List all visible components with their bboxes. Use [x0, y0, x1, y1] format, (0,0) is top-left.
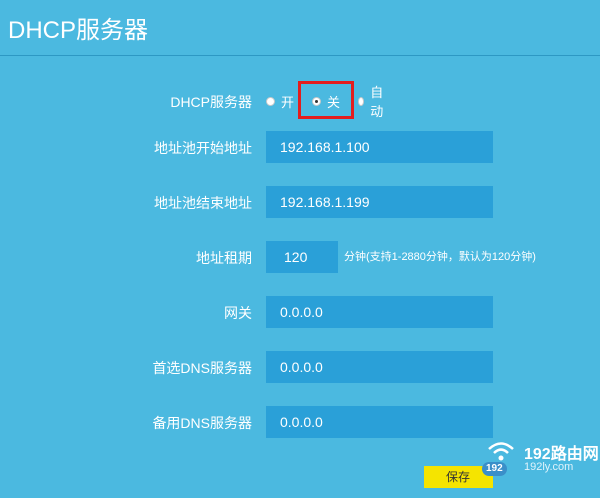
lease-label: 地址租期 [196, 250, 252, 266]
highlight-box [298, 81, 354, 119]
gateway-input[interactable]: 0.0.0.0 [266, 296, 493, 328]
gateway-label: 网关 [224, 305, 252, 321]
dhcp-radio-on-label: 开 [281, 94, 295, 110]
title-divider [0, 55, 600, 56]
watermark-sub: 192ly.com [524, 461, 574, 473]
dhcp-radio-on[interactable]: 开 [266, 92, 294, 110]
lease-input[interactable]: 120 [266, 241, 338, 273]
dhcp-server-label: DHCP服务器 [170, 94, 252, 110]
radio-dot-auto[interactable] [358, 96, 365, 106]
dns-secondary-label: 备用DNS服务器 [152, 415, 252, 431]
pool-end-input[interactable]: 192.168.1.199 [266, 186, 493, 218]
lease-note: 分钟(支持1-2880分钟，默认为120分钟) [344, 251, 536, 263]
watermark-badge: 192 [482, 462, 507, 476]
dns-primary-input[interactable]: 0.0.0.0 [266, 351, 493, 383]
pool-end-label: 地址池结束地址 [154, 195, 252, 211]
watermark: 192 192路由网 192ly.com [480, 440, 600, 498]
pool-start-input[interactable]: 192.168.1.100 [266, 131, 493, 163]
page-title: DHCP服务器 [8, 17, 149, 44]
radio-dot-on[interactable] [266, 96, 275, 106]
dns-secondary-input[interactable]: 0.0.0.0 [266, 406, 493, 438]
pool-start-label: 地址池开始地址 [154, 140, 252, 156]
dhcp-radio-auto[interactable]: 自动 [358, 85, 386, 119]
wifi-icon [488, 442, 514, 461]
dhcp-radio-auto-label: 自动 [370, 85, 384, 119]
dns-primary-label: 首选DNS服务器 [152, 360, 252, 376]
